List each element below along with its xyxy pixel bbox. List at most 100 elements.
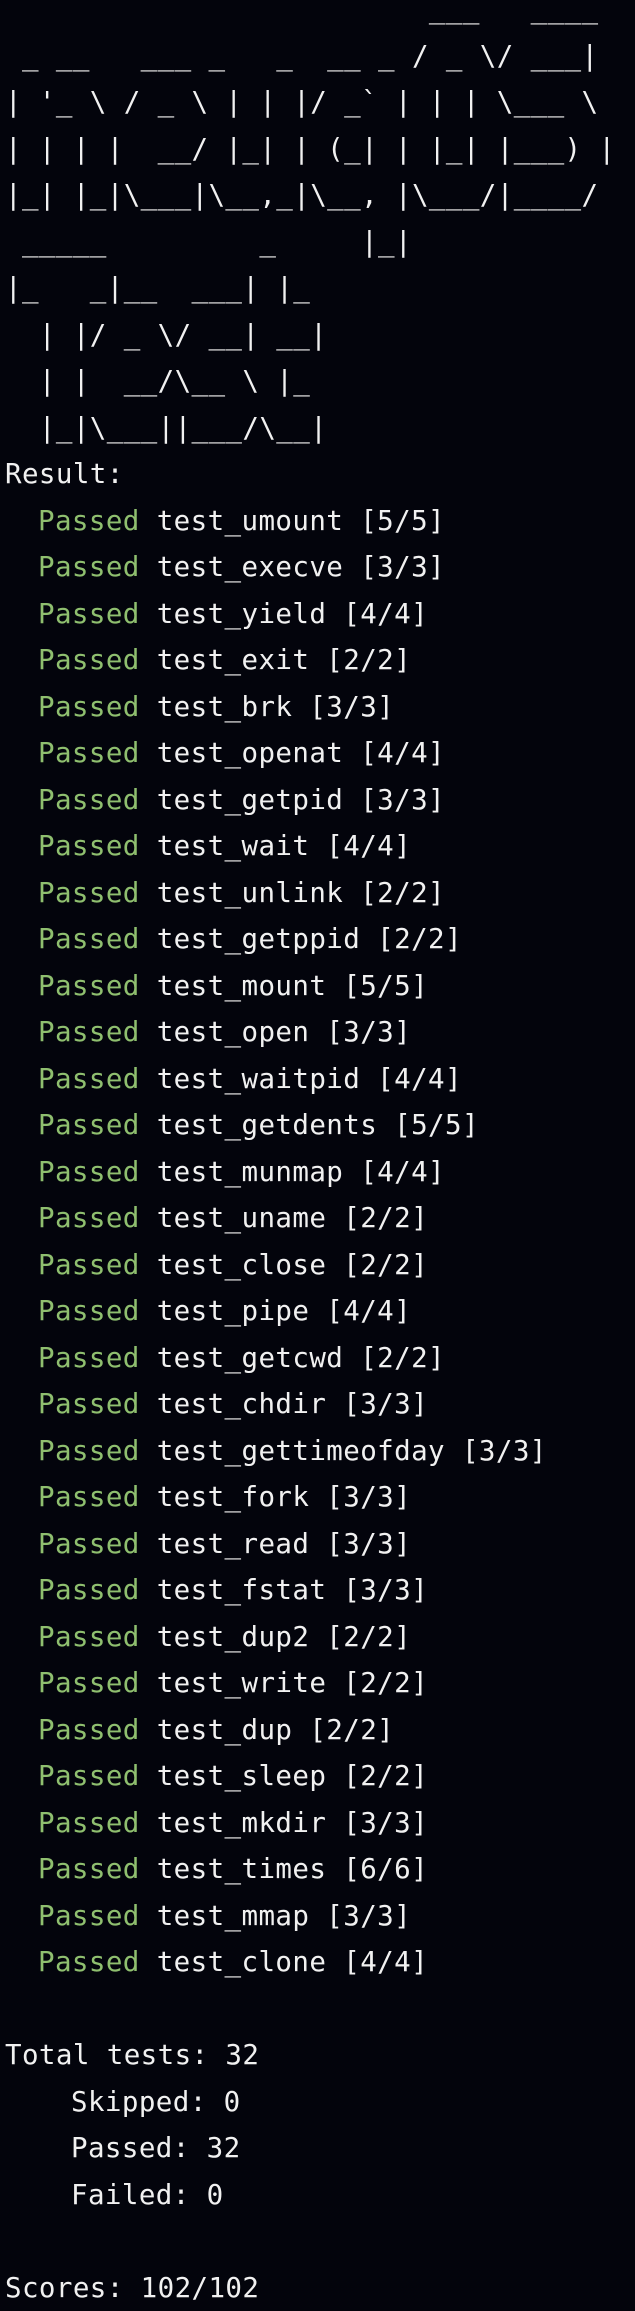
test-score: [4/4] — [360, 1156, 445, 1188]
test-status: Passed — [38, 1249, 140, 1281]
test-score: [2/2] — [360, 1342, 445, 1374]
test-name: test_write — [157, 1667, 327, 1699]
test-row: Passed test_fstat [3/3] — [5, 1567, 635, 1614]
test-score: [3/3] — [326, 1528, 411, 1560]
test-score: [2/2] — [343, 1249, 428, 1281]
test-score: [3/3] — [326, 1481, 411, 1513]
test-status: Passed — [38, 737, 140, 769]
test-row: Passed test_umount [5/5] — [5, 498, 635, 545]
banner-line: |_ _|__ ___| |_ — [5, 272, 310, 304]
test-row: Passed test_getpid [3/3] — [5, 777, 635, 824]
test-row: Passed test_write [2/2] — [5, 1660, 635, 1707]
blank-line — [5, 2218, 635, 2265]
test-status: Passed — [38, 691, 140, 723]
test-status: Passed — [38, 1435, 140, 1467]
test-name: test_uname — [157, 1202, 327, 1234]
test-name: test_munmap — [157, 1156, 344, 1188]
test-score: [2/2] — [326, 1621, 411, 1653]
test-name: test_chdir — [157, 1388, 327, 1420]
test-score: [4/4] — [343, 1946, 428, 1978]
test-score: [2/2] — [343, 1760, 428, 1792]
test-name: test_openat — [157, 737, 344, 769]
test-score: [3/3] — [326, 1016, 411, 1048]
test-name: test_exit — [157, 644, 310, 676]
test-status: Passed — [38, 923, 140, 955]
test-row: Passed test_unlink [2/2] — [5, 870, 635, 917]
test-score: [3/3] — [360, 784, 445, 816]
test-status: Passed — [38, 1853, 140, 1885]
test-score: [3/3] — [462, 1435, 547, 1467]
test-row: Passed test_chdir [3/3] — [5, 1381, 635, 1428]
banner-line: |_|\___||___/\__| — [5, 412, 327, 444]
test-status: Passed — [38, 1295, 140, 1327]
banner-line: _ __ ___ _ _ __ _ / _ \/ ___| — [5, 40, 598, 72]
test-name: test_getcwd — [157, 1342, 344, 1374]
test-score: [5/5] — [394, 1109, 479, 1141]
test-row: Passed test_wait [4/4] — [5, 823, 635, 870]
test-row: Passed test_brk [3/3] — [5, 684, 635, 731]
test-name: test_mount — [157, 970, 327, 1002]
test-name: test_execve — [157, 551, 344, 583]
test-row: Passed test_execve [3/3] — [5, 544, 635, 591]
test-status: Passed — [38, 1481, 140, 1513]
test-name: test_unlink — [157, 877, 344, 909]
test-row: Passed test_read [3/3] — [5, 1521, 635, 1568]
test-name: test_open — [157, 1016, 310, 1048]
test-row: Passed test_waitpid [4/4] — [5, 1056, 635, 1103]
test-row: Passed test_getcwd [2/2] — [5, 1335, 635, 1382]
test-score: [3/3] — [343, 1388, 428, 1420]
test-row: Passed test_openat [4/4] — [5, 730, 635, 777]
test-status: Passed — [38, 1807, 140, 1839]
test-score: [2/2] — [343, 1202, 428, 1234]
test-score: [2/2] — [360, 877, 445, 909]
test-status: Passed — [38, 970, 140, 1002]
test-row: Passed test_exit [2/2] — [5, 637, 635, 684]
test-name: test_sleep — [157, 1760, 327, 1792]
test-score: [2/2] — [377, 923, 462, 955]
test-score: [3/3] — [343, 1574, 428, 1606]
test-row: Passed test_uname [2/2] — [5, 1195, 635, 1242]
test-status: Passed — [38, 1528, 140, 1560]
test-row: Passed test_mmap [3/3] — [5, 1893, 635, 1940]
terminal-window: ___ ____ _ __ ___ _ _ __ _ / _ \/ ___| |… — [0, 0, 635, 2283]
test-score: [3/3] — [309, 691, 394, 723]
test-score: [3/3] — [326, 1900, 411, 1932]
test-score: [4/4] — [326, 1295, 411, 1327]
test-score: [2/2] — [326, 644, 411, 676]
test-status: Passed — [38, 505, 140, 537]
test-status: Passed — [38, 1016, 140, 1048]
test-status: Passed — [38, 1621, 140, 1653]
test-name: test_getppid — [157, 923, 360, 955]
test-name: test_close — [157, 1249, 327, 1281]
test-status: Passed — [38, 1667, 140, 1699]
test-name: test_waitpid — [157, 1063, 360, 1095]
test-name: test_brk — [157, 691, 293, 723]
test-status: Passed — [38, 784, 140, 816]
test-status: Passed — [38, 1900, 140, 1932]
test-row: Passed test_fork [3/3] — [5, 1474, 635, 1521]
test-results-list: Passed test_umount [5/5]Passed test_exec… — [5, 498, 635, 1986]
test-name: test_yield — [157, 598, 327, 630]
test-row: Passed test_dup [2/2] — [5, 1707, 635, 1754]
test-name: test_dup2 — [157, 1621, 310, 1653]
test-row: Passed test_yield [4/4] — [5, 591, 635, 638]
scores-line: Scores: 102/102 — [5, 2265, 635, 2311]
banner-line: | | | | __/ |_| | (_| | |_| |___) | — [5, 133, 615, 165]
test-name: test_getdents — [157, 1109, 377, 1141]
test-row: Passed test_munmap [4/4] — [5, 1149, 635, 1196]
test-status: Passed — [38, 644, 140, 676]
test-score: [5/5] — [360, 505, 445, 537]
test-status: Passed — [38, 1156, 140, 1188]
test-name: test_times — [157, 1853, 327, 1885]
banner-line: | | __/\__ \ |_ — [5, 365, 310, 397]
test-status: Passed — [38, 551, 140, 583]
test-row: Passed test_mkdir [3/3] — [5, 1800, 635, 1847]
banner-line: | |/ _ \/ __| __| — [5, 319, 327, 351]
test-name: test_clone — [157, 1946, 327, 1978]
test-score: [3/3] — [343, 1807, 428, 1839]
summary-total: Total tests: 32 — [5, 2032, 635, 2079]
test-score: [4/4] — [360, 737, 445, 769]
blank-line — [5, 1986, 635, 2033]
test-row: Passed test_getdents [5/5] — [5, 1102, 635, 1149]
test-name: test_gettimeofday — [157, 1435, 445, 1467]
